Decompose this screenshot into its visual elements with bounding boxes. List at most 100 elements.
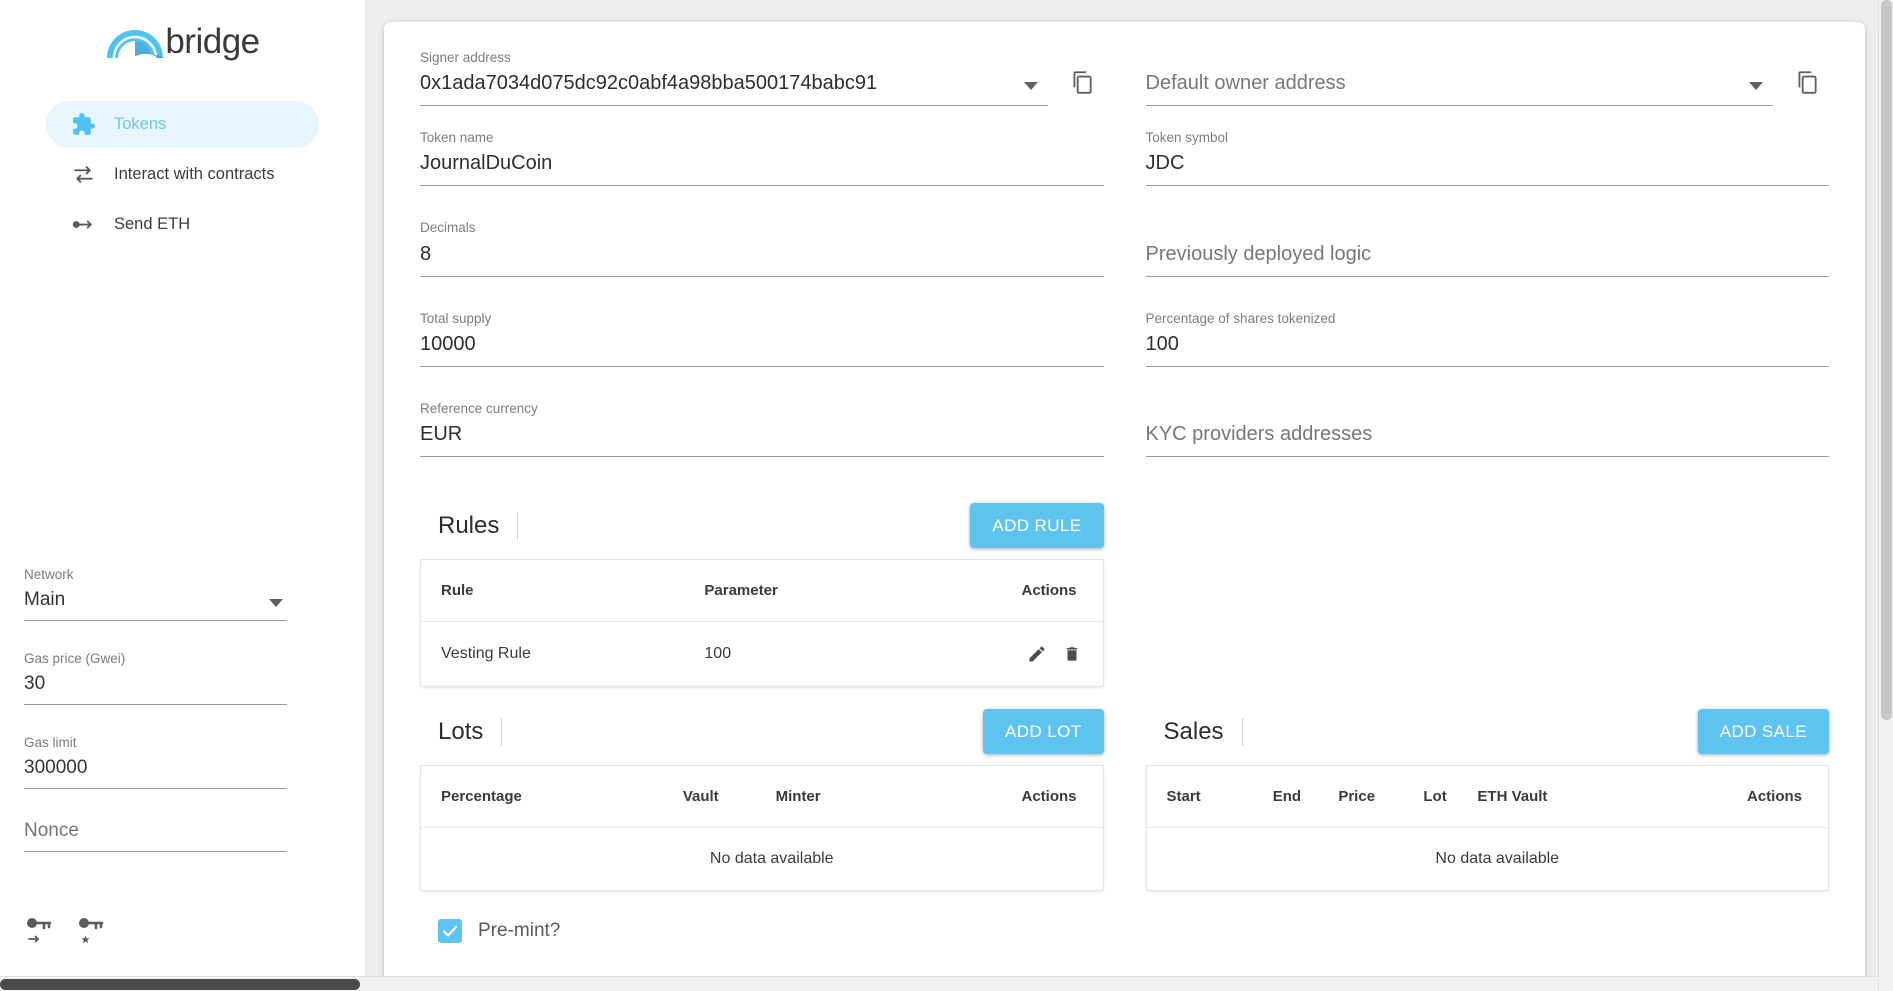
gas-limit-field[interactable]: Gas limit 300000: [24, 735, 287, 789]
nonce-field[interactable]: Nonce: [24, 819, 287, 852]
lots-col-actions: Actions: [892, 765, 1103, 828]
sidebar-item-tokens[interactable]: Tokens: [46, 101, 319, 148]
gas-limit-label: Gas limit: [24, 734, 77, 750]
lots-section: Lots ADD LOT Percentage Vault Minter Act…: [420, 703, 1104, 891]
horizontal-scrollbar[interactable]: [0, 976, 1878, 991]
logo-text: bridge: [165, 21, 260, 61]
vertical-scrollbar[interactable]: [1878, 0, 1893, 991]
kyc-providers-addresses-field[interactable]: KYC providers addresses: [1145, 401, 1830, 457]
token-symbol-label: Token symbol: [1145, 130, 1229, 146]
app-root: bridge Tokens Interact with contracts Se…: [0, 0, 1893, 991]
add-sale-button[interactable]: ADD SALE: [1697, 709, 1829, 755]
sales-col-lot: Lot: [1423, 765, 1478, 828]
total-supply-label: Total supply: [420, 310, 492, 326]
sidebar-item-send-eth[interactable]: Send ETH: [46, 201, 319, 248]
gas-price-input[interactable]: 30: [24, 672, 287, 705]
token-name-label: Token name: [420, 130, 494, 146]
kyc-providers-addresses-input[interactable]: KYC providers addresses: [1145, 421, 1829, 457]
supply-percentage-row: Total supply 10000 Percentage of shares …: [420, 311, 1829, 401]
rule-parameter-cell: 100: [704, 644, 732, 662]
sidebar: bridge Tokens Interact with contracts Se…: [0, 0, 366, 991]
add-lot-button[interactable]: ADD LOT: [983, 709, 1104, 755]
token-symbol-field[interactable]: Token symbol JDC: [1145, 130, 1829, 187]
sales-col-actions: Actions: [1639, 765, 1829, 828]
total-supply-field[interactable]: Total supply 10000: [420, 311, 1104, 367]
table-empty-row: No data available: [421, 827, 1104, 890]
sales-col-end: End: [1272, 765, 1339, 828]
copy-default-owner-address-icon[interactable]: [1785, 60, 1829, 104]
name-symbol-row: Token name JournalDuCoin Token symbol JD…: [420, 130, 1829, 220]
decimals-field[interactable]: Decimals 8: [420, 220, 1104, 277]
add-rule-button[interactable]: ADD RULE: [970, 503, 1104, 549]
rule-name-cell: Vesting Rule: [441, 644, 531, 662]
sidebar-item-label: Tokens: [114, 115, 167, 133]
rules-header: Rules ADD RULE: [420, 497, 1104, 555]
sales-title: Sales: [1164, 717, 1243, 747]
decimals-input[interactable]: 8: [420, 241, 1104, 277]
table-row[interactable]: Vesting Rule 100: [421, 621, 1104, 686]
copy-signer-address-icon[interactable]: [1060, 60, 1104, 104]
key-new-icon[interactable]: [76, 915, 106, 954]
percentage-shares-tokenized-input[interactable]: 100: [1145, 331, 1829, 367]
kyc-providers-addresses-label: [1146, 401, 1830, 417]
reference-currency-label: Reference currency: [420, 400, 538, 416]
token-symbol-input[interactable]: JDC: [1145, 150, 1829, 187]
lots-empty-text: No data available: [709, 849, 834, 867]
lots-title: Lots: [438, 717, 503, 747]
chevron-down-icon[interactable]: [1023, 82, 1038, 91]
chevron-down-icon[interactable]: [269, 598, 283, 607]
currency-kyc-row: Reference currency EUR KYC providers add…: [420, 401, 1829, 491]
sales-empty-text: No data available: [1435, 849, 1560, 867]
previously-deployed-logic-input[interactable]: Previously deployed logic: [1145, 241, 1829, 277]
sidebar-item-interact-with-contracts[interactable]: Interact with contracts: [46, 151, 319, 198]
gas-price-field[interactable]: Gas price (Gwei) 30: [24, 651, 287, 705]
default-owner-address-field[interactable]: Default owner address: [1145, 50, 1773, 107]
app-logo: bridge: [0, 0, 365, 74]
default-owner-address-row: Default owner address: [1145, 50, 1830, 107]
lots-sales-row: Lots ADD LOT Percentage Vault Minter Act…: [420, 697, 1829, 891]
address-row: Signer address 0x1ada7034d075dc92c0abf4a…: [420, 50, 1830, 107]
lots-table: Percentage Vault Minter Actions No data …: [420, 764, 1104, 891]
chevron-down-icon[interactable]: [1749, 82, 1763, 91]
rules-title: Rules: [438, 511, 519, 541]
total-supply-input[interactable]: 10000: [420, 331, 1104, 367]
delete-icon[interactable]: [1063, 644, 1081, 664]
gas-limit-input[interactable]: 300000: [24, 756, 287, 789]
rules-right-spacer: [1146, 491, 1830, 687]
token-name-field[interactable]: Token name JournalDuCoin: [420, 130, 1104, 187]
network-select[interactable]: Network Main: [24, 567, 287, 621]
previously-deployed-logic-field[interactable]: Previously deployed logic: [1145, 220, 1829, 277]
signer-address-value[interactable]: 0x1ada7034d075dc92c0abf4a98bba500174babc…: [420, 70, 1048, 107]
puzzle-piece-icon: [62, 112, 104, 137]
signer-address-field[interactable]: Signer address 0x1ada7034d075dc92c0abf4a…: [420, 50, 1048, 107]
premint-label: Pre-mint?: [478, 919, 561, 941]
token-form-card: Signer address 0x1ada7034d075dc92c0abf4a…: [384, 22, 1865, 991]
nonce-input[interactable]: Nonce: [24, 819, 287, 852]
vertical-scrollbar-thumb[interactable]: [1881, 0, 1892, 720]
sales-table: Start End Price Lot ETH Vault Actions No…: [1145, 764, 1829, 891]
default-owner-address-value[interactable]: Default owner address: [1145, 70, 1773, 107]
sales-col-start: Start: [1146, 765, 1273, 828]
horizontal-scrollbar-thumb[interactable]: [0, 979, 360, 990]
token-name-input[interactable]: JournalDuCoin: [420, 150, 1104, 187]
key-actions: [24, 915, 106, 954]
rules-col-parameter: Parameter: [704, 559, 894, 622]
reference-currency-field[interactable]: Reference currency EUR: [420, 401, 1104, 457]
signer-address-row: Signer address 0x1ada7034d075dc92c0abf4a…: [420, 50, 1104, 107]
gas-price-label: Gas price (Gwei): [24, 650, 126, 666]
arrow-send-icon: [62, 212, 104, 237]
decimals-label: Decimals: [420, 220, 476, 236]
sidebar-item-label: Send ETH: [114, 215, 191, 233]
reference-currency-input[interactable]: EUR: [420, 421, 1104, 457]
network-label: Network: [24, 567, 74, 582]
key-import-icon[interactable]: [24, 915, 54, 954]
lots-col-minter: Minter: [775, 765, 893, 828]
premint-checkbox[interactable]: [438, 918, 462, 943]
bridge-arcs-icon: [105, 22, 165, 60]
sales-section: Sales ADD SALE Start End Price Lot ETH V…: [1145, 703, 1829, 891]
lots-col-percentage: Percentage: [420, 765, 683, 828]
percentage-shares-tokenized-field[interactable]: Percentage of shares tokenized 100: [1145, 311, 1829, 367]
edit-icon[interactable]: [1027, 644, 1047, 664]
rule-actions-cell: [893, 621, 1103, 686]
lots-col-vault: Vault: [682, 765, 776, 828]
